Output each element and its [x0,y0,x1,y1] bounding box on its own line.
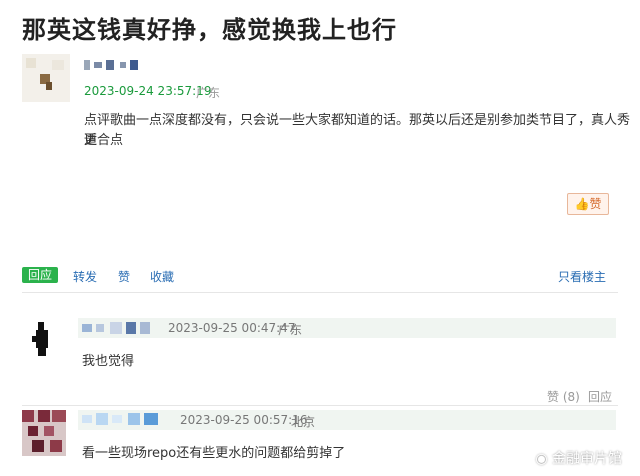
reply-1-reply-link[interactable]: 回应 [588,388,612,405]
reply-1-header [78,318,616,338]
op-username-blurred[interactable] [84,60,144,70]
reply-2-content: 看一些现场repo还有些更水的问题都给剪掉了 [82,446,346,461]
post-title: 那英这钱真好挣，感觉换我上也行 [22,16,397,44]
post-like-button[interactable]: 👍赞 [567,193,609,215]
reply-button[interactable]: 回应 [22,267,58,283]
reply-2-location: 北京 [291,415,316,429]
reply-2-timestamp: 2023-09-25 00:57:16 [180,413,308,427]
post-location: 广东 [196,86,221,100]
op-only-link[interactable]: 只看楼主 [558,268,606,285]
reply-1-username-blurred[interactable] [82,322,154,334]
reply-1-like-count[interactable]: 赞 (8) [547,388,580,405]
reply-1-timestamp: 2023-09-25 00:47:47 [168,321,296,335]
reply-2-username-blurred[interactable] [82,413,166,425]
reply-1-avatar[interactable] [26,322,56,360]
post-content-line2: 适合点 [84,133,124,148]
reply-1-location: 广东 [278,323,303,337]
collect-link[interactable]: 收藏 [150,268,174,285]
divider [22,405,618,406]
op-avatar[interactable] [22,54,70,102]
post-like-label: 赞 [589,197,602,211]
post-content-line1: 点评歌曲一点深度都没有，只会说一些大家都知道的话。那英以后还是别参加类节目了，真… [84,113,631,148]
thumbs-up-icon: 👍 [574,197,590,211]
watermark: ◉ 金融审片馆 [535,448,622,468]
reply-1-content: 我也觉得 [82,354,135,369]
divider [22,292,618,293]
reply-2-avatar[interactable] [22,410,66,456]
watermark-text: 金融审片馆 [552,451,622,467]
like-link[interactable]: 赞 [118,268,130,285]
weibo-logo-icon: ◉ [535,451,548,467]
post-timestamp: 2023-09-24 23:57:19 [84,84,212,98]
forward-link[interactable]: 转发 [73,268,97,285]
